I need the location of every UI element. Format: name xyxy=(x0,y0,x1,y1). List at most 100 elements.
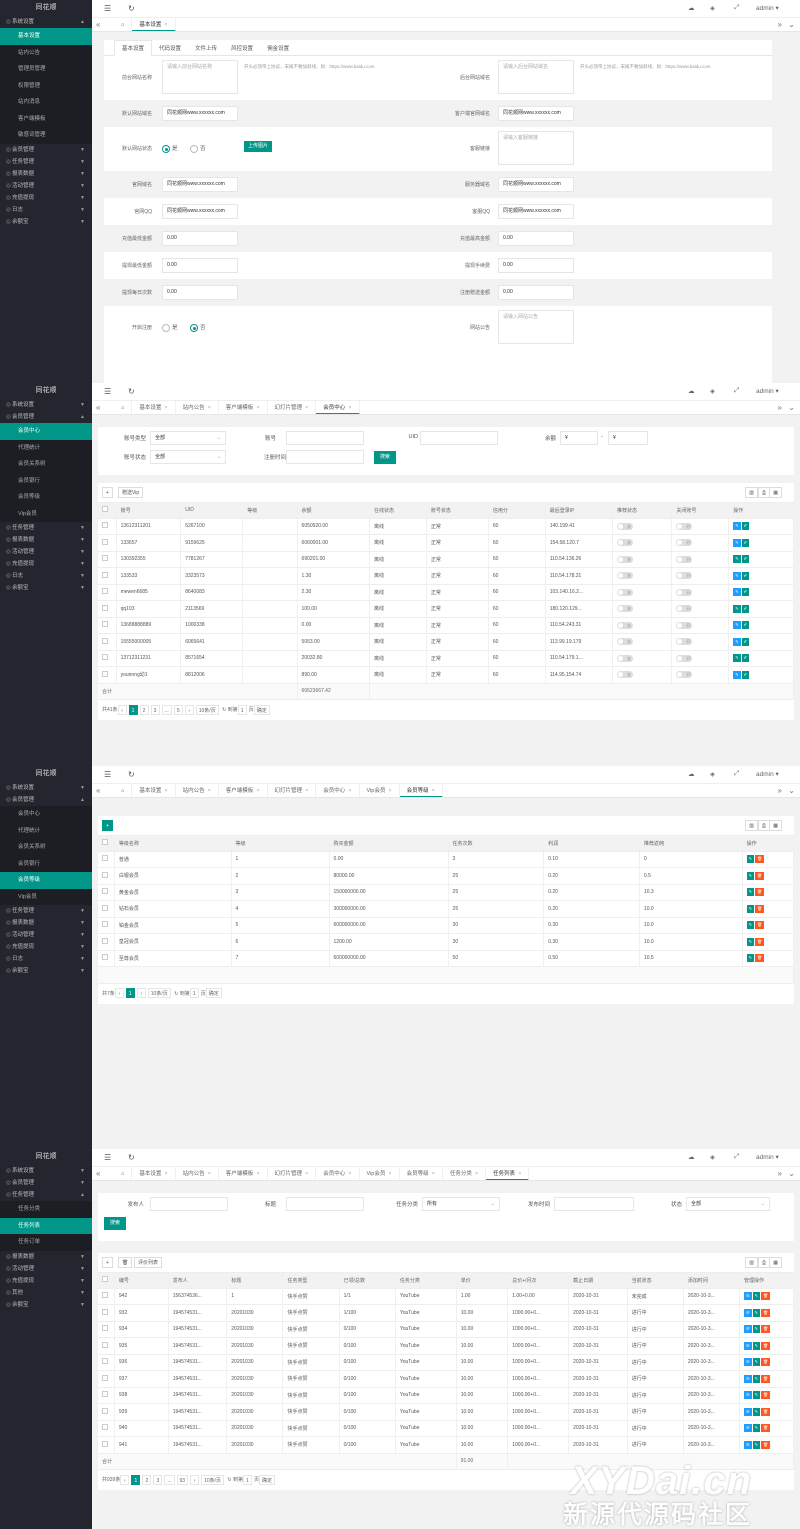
row-checkbox[interactable] xyxy=(102,522,108,529)
settings-tab[interactable]: 代码设置 xyxy=(152,41,188,57)
close-icon[interactable]: × xyxy=(475,1171,478,1177)
toggle-switch[interactable]: 关 xyxy=(616,522,633,530)
select-all-checkbox[interactable] xyxy=(102,839,108,846)
row-select[interactable] xyxy=(98,1403,115,1421)
column-header[interactable]: 任务分类 xyxy=(395,1273,457,1289)
page-number[interactable]: 5 xyxy=(173,704,183,715)
edit-icon[interactable]: ✎ xyxy=(752,1358,760,1367)
sidebar-group[interactable]: ◎活动管理 ▼ xyxy=(0,929,92,941)
row-checkbox[interactable] xyxy=(102,1424,108,1431)
confirm-button[interactable]: 确定 xyxy=(259,1474,276,1485)
next-page-icon[interactable]: › xyxy=(184,704,194,715)
toggle-cell[interactable]: 开 xyxy=(671,551,730,568)
column-header[interactable]: UID xyxy=(180,503,244,519)
prev-page-icon[interactable]: ‹ xyxy=(114,988,124,999)
toggle-cell[interactable]: 开 xyxy=(671,584,730,601)
delete-icon[interactable]: 🗑 xyxy=(754,921,765,930)
column-header[interactable]: 账号状态 xyxy=(426,503,489,519)
tab[interactable]: 基本设置 × xyxy=(132,401,176,414)
sidebar-group[interactable]: ◎充值提现 ▼ xyxy=(0,192,92,204)
tab[interactable]: 基本设置 × xyxy=(132,18,176,31)
edit-icon[interactable]: ✐ xyxy=(741,621,749,630)
table-row[interactable]: 934 194574531... 20201030 快手点赞 0/100 YouTube 1… xyxy=(98,1321,794,1338)
sidebar-group[interactable]: ◎会员管理 ▲ xyxy=(0,411,92,423)
edit-icon[interactable]: ✎ xyxy=(752,1292,760,1301)
tag-icon[interactable]: ◈ xyxy=(710,1153,715,1161)
filter-input[interactable] xyxy=(286,1197,364,1211)
tag-icon[interactable]: ◈ xyxy=(710,770,715,778)
sidebar-group[interactable]: ◎系统设置 ▼ xyxy=(0,782,92,794)
toggle-switch[interactable]: 开 xyxy=(676,638,693,646)
edit-icon[interactable]: ✐ xyxy=(741,522,749,531)
sidebar-item[interactable]: 任务订单 xyxy=(0,1234,92,1251)
edit-icon[interactable]: ✎ xyxy=(746,904,754,913)
filter-input[interactable]: ¥ xyxy=(560,431,598,445)
sidebar-group[interactable]: ◎充值提现 ▼ xyxy=(0,1275,92,1287)
detail-button[interactable]: ☰ xyxy=(744,1407,752,1416)
sidebar-group[interactable]: ◎报表数据 ▼ xyxy=(0,917,92,929)
radio-option[interactable]: 是 xyxy=(162,323,178,332)
column-header[interactable]: 任务次数 xyxy=(448,836,545,852)
export-icon[interactable]: ⎙ xyxy=(757,820,770,831)
table-row[interactable]: 937 194574531... 20201030 快手点赞 0/100 YouTube 1… xyxy=(98,1370,794,1388)
toggle-cell[interactable]: 关 xyxy=(612,534,673,552)
tab[interactable]: 站内公告 × xyxy=(176,401,219,414)
row-select[interactable] xyxy=(98,1420,115,1437)
filter-input[interactable] xyxy=(150,1197,228,1211)
table-row[interactable]: 936 194574531... 20201030 快手点赞 0/100 YouTube 1… xyxy=(98,1354,794,1371)
text-field[interactable]: 同花顺网www.xxxxxx.com xyxy=(162,106,238,121)
radio-option[interactable]: 是 xyxy=(162,144,178,153)
sidebar-item[interactable]: 站内公告 xyxy=(0,44,92,61)
toggle-cell[interactable]: 关 xyxy=(612,551,673,568)
row-select[interactable] xyxy=(98,567,117,585)
sidebar-group[interactable]: ◎活动管理 ▼ xyxy=(0,180,92,192)
table-row[interactable]: 铂金会员 5 600000000.00 30 0.30 10.0 ✎ 🗑 xyxy=(98,917,795,934)
column-header[interactable]: 账号 xyxy=(116,503,182,519)
row-checkbox[interactable] xyxy=(102,621,108,628)
row-checkbox[interactable] xyxy=(102,1341,108,1348)
row-select[interactable] xyxy=(98,600,117,618)
refresh-icon[interactable]: ↻ xyxy=(128,1153,135,1162)
edit-button[interactable]: ✎ xyxy=(733,555,741,564)
text-field[interactable]: 请输入前台网站名称 xyxy=(162,60,238,94)
edit-icon[interactable]: ✎ xyxy=(752,1391,760,1400)
column-header[interactable] xyxy=(98,503,117,519)
columns-icon[interactable]: ▥ xyxy=(745,487,758,498)
edit-icon[interactable]: ✎ xyxy=(746,888,754,897)
row-select[interactable] xyxy=(98,633,117,651)
table-row[interactable]: 938 194574531... 20201030 快手点赞 0/100 YouTube 1… xyxy=(98,1387,794,1404)
sidebar-item[interactable]: 管理员管理 xyxy=(0,61,92,78)
tabs-next-icon[interactable]: » xyxy=(778,403,782,412)
delete-icon[interactable]: 🗑 xyxy=(754,871,765,880)
row-checkbox[interactable] xyxy=(102,904,108,911)
row-checkbox[interactable] xyxy=(102,637,108,644)
tabs-next-icon[interactable]: » xyxy=(778,786,782,795)
sidebar-item[interactable]: 站内消息 xyxy=(0,94,92,111)
column-header[interactable]: 管理操作 xyxy=(739,1273,794,1289)
tab[interactable]: 幻灯片管理 × xyxy=(268,784,317,797)
sidebar-group[interactable]: ◎充值提现 ▼ xyxy=(0,941,92,953)
edit-button[interactable]: ✎ xyxy=(733,604,741,613)
sidebar-group[interactable]: ◎系统设置 ▲ xyxy=(0,16,92,28)
page-number[interactable]: 3 xyxy=(150,704,160,715)
edit-icon[interactable]: ✎ xyxy=(752,1440,760,1449)
row-select[interactable] xyxy=(98,933,115,951)
text-field[interactable]: 请输入后台网站域名 xyxy=(498,60,574,94)
close-icon[interactable]: × xyxy=(305,405,308,411)
toggle-switch[interactable]: 关 xyxy=(616,539,633,547)
filter-input[interactable]: 全部 ⌄ xyxy=(150,431,226,445)
row-checkbox[interactable] xyxy=(102,888,108,895)
row-select[interactable] xyxy=(98,551,117,568)
toggle-cell[interactable]: 关 xyxy=(612,518,673,535)
detail-button[interactable]: ☰ xyxy=(744,1292,752,1301)
delete-icon[interactable]: 🗑 xyxy=(754,855,765,864)
toggle-switch[interactable]: 开 xyxy=(676,572,693,580)
tabs-menu-icon[interactable]: ⌄ xyxy=(788,786,795,795)
select-all-checkbox[interactable] xyxy=(102,1276,108,1283)
sidebar-item[interactable]: 敏感词管理 xyxy=(0,127,92,144)
delete-icon[interactable]: 🗑 xyxy=(760,1440,771,1449)
table-row[interactable]: 935 194574531... 20201030 快手点赞 0/100 YouTube 1… xyxy=(98,1337,794,1355)
edit-button[interactable]: ✎ xyxy=(733,670,741,679)
column-header[interactable]: 关闭账号 xyxy=(671,503,730,519)
tabs-menu-icon[interactable]: ⌄ xyxy=(788,403,795,412)
